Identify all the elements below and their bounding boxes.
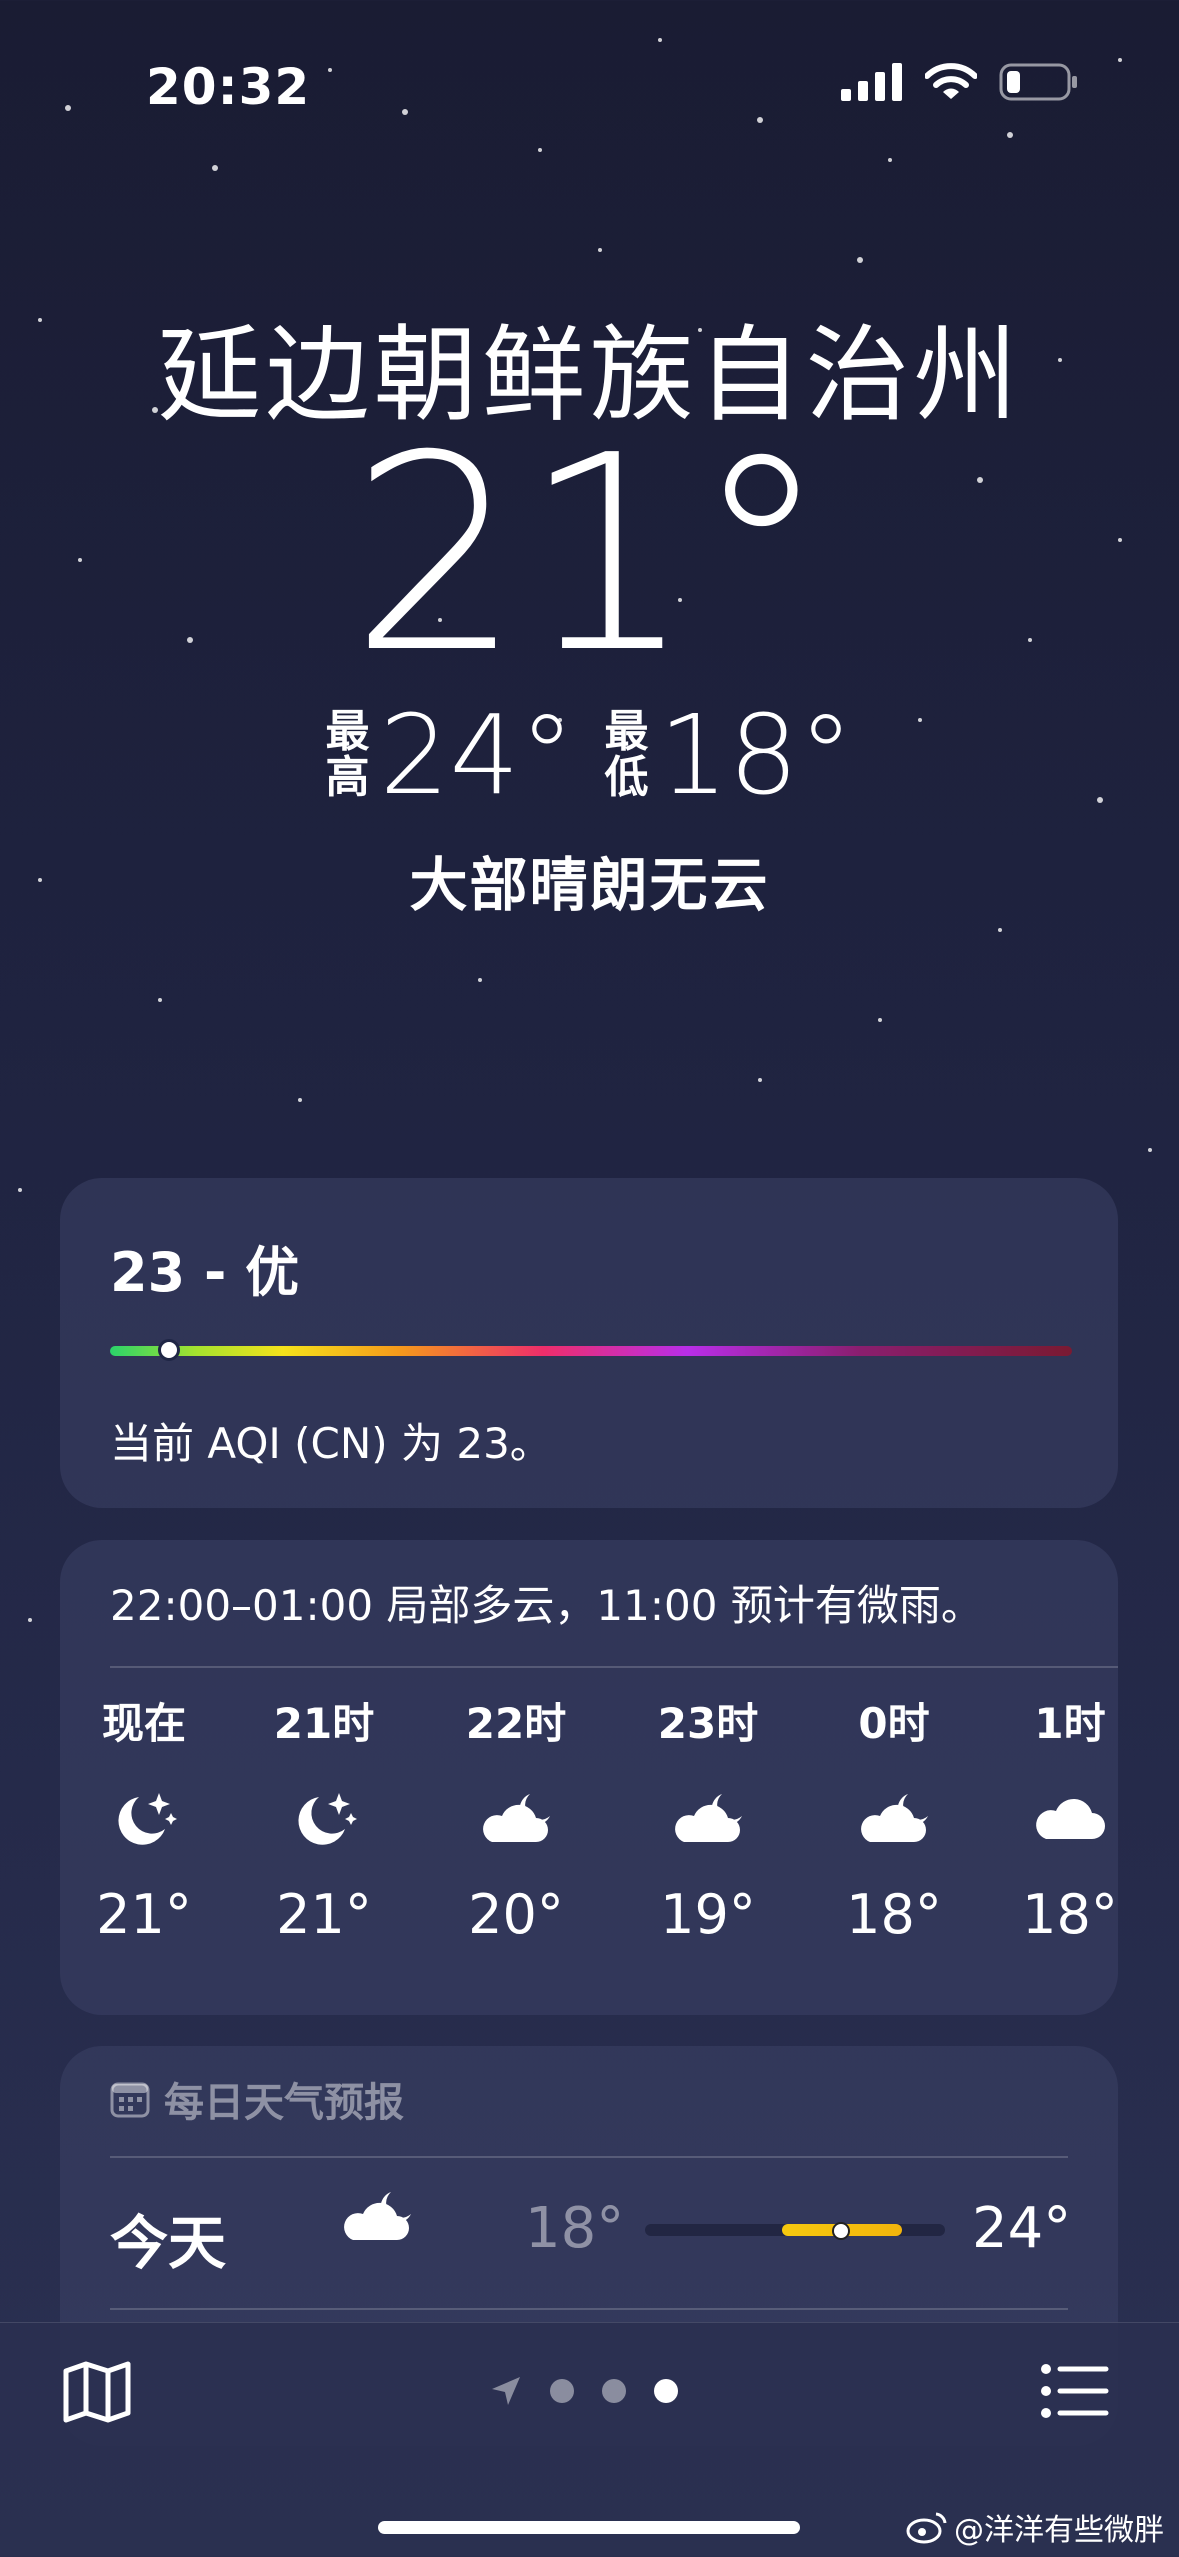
hourly-summary: 22:00–01:00 局部多云，11:00 预计有微雨。 xyxy=(110,1581,983,1630)
hour-temperature: 18° xyxy=(1022,1883,1118,1946)
low-label: 最低 xyxy=(604,706,649,803)
weibo-logo-icon xyxy=(906,2512,947,2544)
page-indicator[interactable] xyxy=(490,2375,678,2407)
wifi-icon xyxy=(925,63,977,99)
hourly-forecast-card[interactable]: 22:00–01:00 局部多云，11:00 预计有微雨。 现在 21° 21时… xyxy=(60,1540,1118,2015)
status-time: 20:32 xyxy=(146,58,311,116)
current-temperature-dot xyxy=(832,2222,850,2240)
cloud-moon-icon xyxy=(335,2186,419,2250)
location-arrow-icon xyxy=(492,2377,520,2405)
aqi-card[interactable]: 23 - 优 当前 AQI (CN) 为 23。 xyxy=(60,1178,1118,1508)
hour-label: 0时 xyxy=(858,1699,930,1748)
high-group: 最高 24° xyxy=(326,700,575,810)
day-name: 今天 xyxy=(110,2209,227,2277)
map-button[interactable] xyxy=(62,2361,132,2427)
hour-label: 22时 xyxy=(465,1699,567,1748)
page-dot[interactable] xyxy=(602,2379,626,2403)
hour-label: 23时 xyxy=(657,1699,759,1748)
map-icon xyxy=(63,2361,131,2423)
aqi-indicator-dot xyxy=(158,1339,180,1361)
cloud-moon-icon xyxy=(638,1773,778,1863)
aqi-description: 当前 AQI (CN) 为 23。 xyxy=(110,1419,552,1468)
aqi-gradient-bar xyxy=(110,1346,1072,1356)
current-temperature: 21° xyxy=(350,397,829,712)
hour-item: 1时 18° xyxy=(1000,1690,1118,1946)
daily-divider xyxy=(110,2308,1068,2310)
status-icons xyxy=(841,62,1079,102)
list-icon xyxy=(1041,2364,1109,2418)
cloud-icon xyxy=(1000,1773,1118,1863)
hour-item: 22时 20° xyxy=(446,1690,586,1946)
home-indicator[interactable] xyxy=(378,2521,800,2534)
hour-item: 0时 18° xyxy=(824,1690,964,1946)
calendar-icon xyxy=(110,2082,150,2118)
low-group: 最低 18° xyxy=(605,700,854,810)
battery-icon xyxy=(999,63,1077,101)
watermark: @洋洋有些微胖 xyxy=(906,2505,1164,2549)
day-high-temperature: 24° xyxy=(972,2196,1072,2261)
city-list-button[interactable] xyxy=(1040,2363,1110,2423)
day-low-temperature: 18° xyxy=(525,2196,625,2261)
cellular-signal-icon xyxy=(841,63,902,101)
hour-temperature: 19° xyxy=(660,1883,756,1946)
cloud-moon-icon xyxy=(824,1773,964,1863)
hour-temperature: 21° xyxy=(276,1883,372,1946)
hour-item: 23时 19° xyxy=(638,1690,778,1946)
low-temperature: 18° xyxy=(658,691,854,819)
aqi-title: 23 - 优 xyxy=(110,1241,300,1304)
hour-temperature: 21° xyxy=(96,1883,192,1946)
cloud-moon-icon xyxy=(446,1773,586,1863)
watermark-text: @洋洋有些微胖 xyxy=(954,2513,1164,2548)
hour-temperature: 20° xyxy=(468,1883,564,1946)
daily-title: 每日天气预报 xyxy=(110,2070,404,2128)
moon-stars-icon xyxy=(254,1773,394,1863)
hour-item: 21时 21° xyxy=(254,1690,394,1946)
page-dot-active[interactable] xyxy=(654,2379,678,2403)
hour-temperature: 18° xyxy=(846,1883,942,1946)
daily-title-label: 每日天气预报 xyxy=(164,2080,404,2126)
hour-label: 21时 xyxy=(273,1699,375,1748)
high-temperature: 24° xyxy=(379,691,575,819)
hour-item: 现在 21° xyxy=(74,1690,214,1946)
hour-label: 1时 xyxy=(1034,1699,1106,1748)
condition-text: 大部晴朗无云 xyxy=(409,851,770,919)
page-dot[interactable] xyxy=(550,2379,574,2403)
moon-stars-icon xyxy=(74,1773,214,1863)
hourly-divider xyxy=(110,1666,1118,1668)
hour-label: 现在 xyxy=(101,1699,186,1748)
high-low-temperatures: 最高 24° 最低 18° xyxy=(0,700,1179,810)
daily-divider xyxy=(110,2156,1068,2158)
high-label: 最高 xyxy=(325,706,370,803)
